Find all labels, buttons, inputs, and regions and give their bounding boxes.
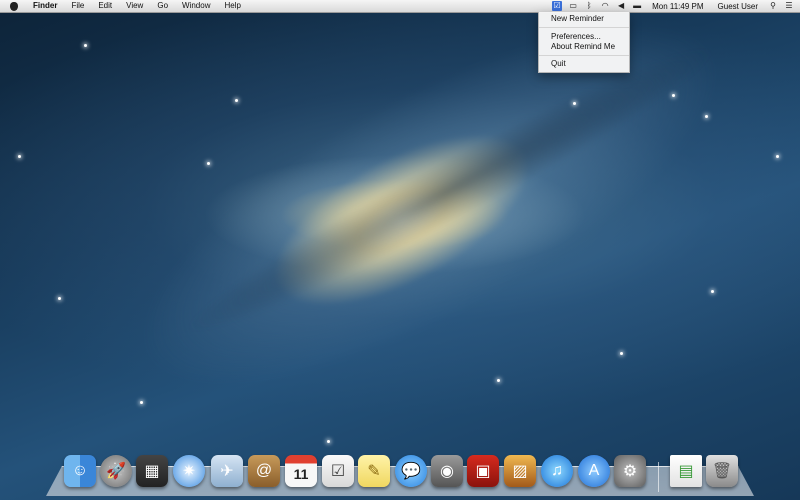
calendar-day: 11 [293, 466, 309, 482]
menu-app-finder[interactable]: Finder [26, 0, 64, 12]
bluetooth-icon[interactable]: ᛒ [584, 1, 594, 11]
menu-item-about[interactable]: About Remind Me [551, 42, 615, 52]
iphoto-icon[interactable]: ▨ [504, 455, 536, 487]
menu-view[interactable]: View [119, 0, 150, 12]
notes-icon[interactable]: ✎ [358, 455, 390, 487]
menu-bar: Finder File Edit View Go Window Help ☑ ▭… [0, 0, 800, 13]
menu-item-quit[interactable]: Quit [551, 59, 566, 69]
menu-item-preferences[interactable]: Preferences... [551, 32, 601, 42]
safari-icon[interactable]: ✷ [173, 455, 205, 487]
star [58, 297, 61, 300]
mail-icon[interactable]: ✈ [211, 455, 243, 487]
messages-icon[interactable]: 💬 [395, 455, 427, 487]
menu-user[interactable]: Guest User [711, 2, 765, 11]
star [84, 44, 87, 47]
volume-icon[interactable]: ◀ [616, 1, 626, 11]
notification-center-icon[interactable]: ☰ [784, 1, 794, 11]
document-stack-icon[interactable]: ▤ [670, 455, 702, 487]
menu-edit[interactable]: Edit [91, 0, 119, 12]
star [327, 440, 330, 443]
wifi-icon[interactable]: ◠ [600, 1, 610, 11]
star [18, 155, 21, 158]
battery-icon[interactable]: ▬ [632, 1, 642, 11]
menu-separator [539, 55, 629, 56]
star [672, 94, 675, 97]
star [705, 115, 708, 118]
contacts-icon[interactable]: @ [248, 455, 280, 487]
launchpad-icon[interactable]: 🚀 [100, 455, 132, 487]
menu-help[interactable]: Help [217, 0, 247, 12]
star [140, 401, 143, 404]
menu-file[interactable]: File [64, 0, 91, 12]
menu-clock[interactable]: Mon 11:49 PM [645, 2, 710, 11]
calendar-icon[interactable]: 11 [285, 455, 317, 487]
star [711, 290, 714, 293]
star [235, 99, 238, 102]
menu-separator [539, 27, 629, 28]
remind-me-icon[interactable]: ☑ [552, 1, 563, 11]
system-preferences-icon[interactable]: ⚙ [614, 455, 646, 487]
star [776, 155, 779, 158]
menu-window[interactable]: Window [175, 0, 217, 12]
airplay-icon[interactable]: ▭ [568, 1, 578, 11]
spotlight-icon[interactable]: ⚲ [768, 1, 778, 11]
menu-go[interactable]: Go [150, 0, 175, 12]
dock-divider [658, 462, 659, 492]
desktop[interactable]: Finder File Edit View Go Window Help ☑ ▭… [0, 0, 800, 500]
trash-icon[interactable]: 🗑 [706, 455, 738, 487]
facetime-icon[interactable]: ◉ [431, 455, 463, 487]
star [497, 379, 500, 382]
remind-me-menu: New Reminder Preferences... About Remind… [538, 12, 630, 73]
reminders-icon[interactable]: ☑ [322, 455, 354, 487]
star [207, 162, 210, 165]
itunes-icon[interactable]: ♫ [541, 455, 573, 487]
finder-icon[interactable]: ☺ [64, 455, 96, 487]
apple-menu-icon[interactable] [10, 1, 18, 11]
star [573, 102, 576, 105]
star [620, 352, 623, 355]
app-store-icon[interactable]: A [578, 455, 610, 487]
menu-item-new-reminder[interactable]: New Reminder [551, 14, 604, 24]
photo-booth-icon[interactable]: ▣ [467, 455, 499, 487]
mission-control-icon[interactable]: ▦ [136, 455, 168, 487]
